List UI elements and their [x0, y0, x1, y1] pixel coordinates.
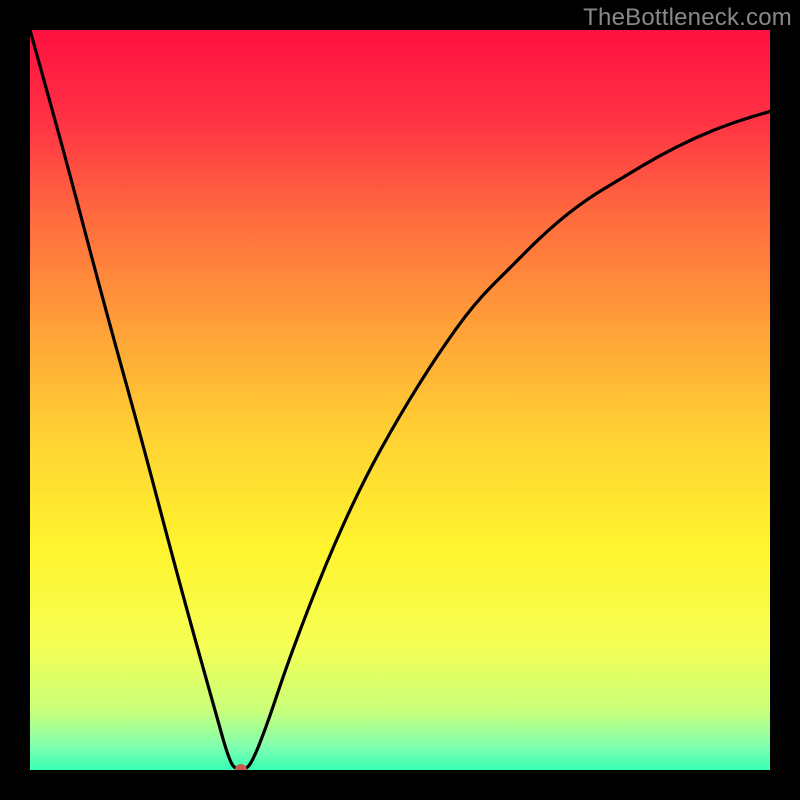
- optimal-point-marker: [235, 764, 247, 770]
- watermark-text: TheBottleneck.com: [583, 4, 792, 32]
- bottleneck-curve: [30, 30, 770, 770]
- plot-area: [30, 30, 770, 770]
- chart-frame: TheBottleneck.com: [0, 0, 800, 800]
- curve-layer: [30, 30, 770, 770]
